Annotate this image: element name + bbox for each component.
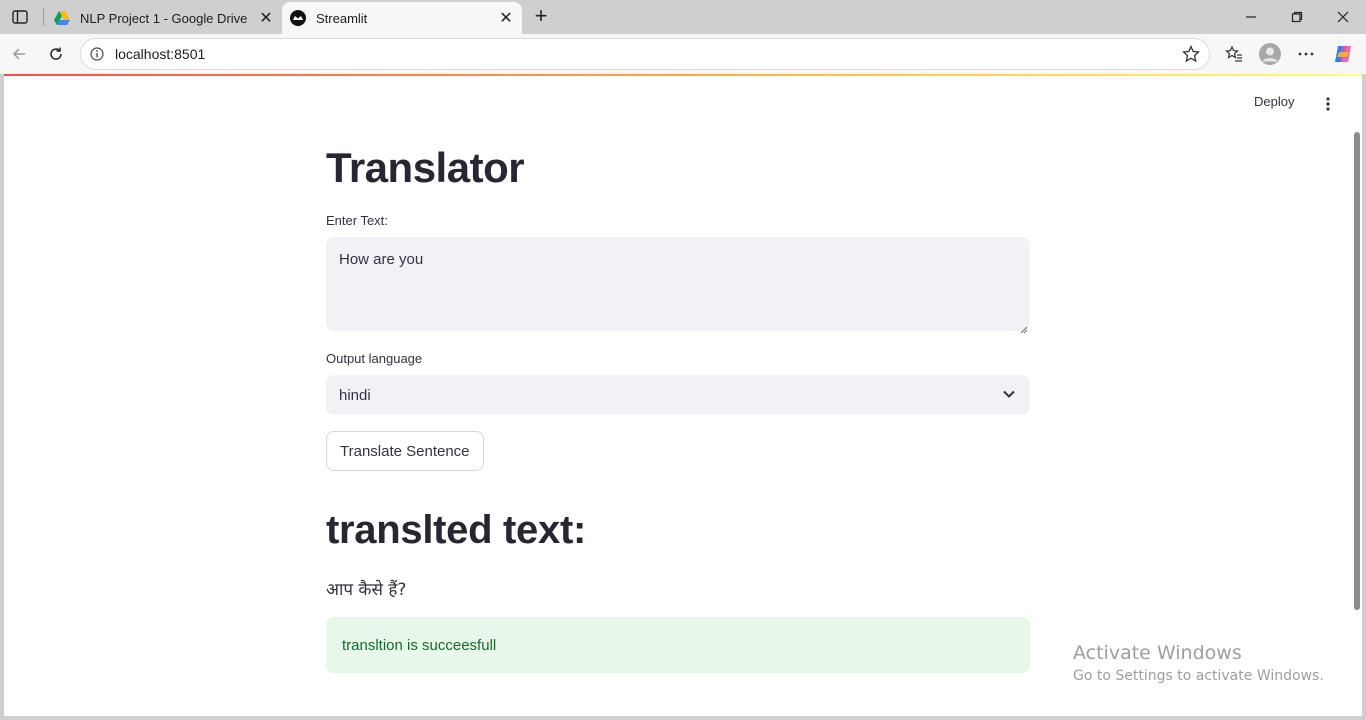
scrollbar[interactable] — [1352, 130, 1362, 710]
favorite-star-icon[interactable] — [1181, 44, 1201, 64]
success-alert: transltion is succeesfull — [326, 617, 1030, 673]
chevron-down-icon — [1002, 387, 1016, 401]
scrollbar-thumb[interactable] — [1354, 132, 1360, 610]
language-select-value: hindi — [339, 386, 371, 404]
header-decoration — [4, 74, 1362, 76]
copilot-icon[interactable] — [1330, 41, 1356, 67]
resize-handle-icon[interactable] — [1020, 321, 1028, 334]
main-menu-icon[interactable] — [1318, 94, 1338, 114]
streamlit-icon — [290, 10, 306, 26]
google-drive-icon — [54, 10, 70, 26]
address-bar[interactable]: localhost:8501 — [80, 38, 1210, 70]
input-label: Enter Text: — [326, 213, 388, 228]
watermark-subtitle: Go to Settings to activate Windows. — [1073, 668, 1324, 684]
text-input-value: How are you — [339, 251, 424, 268]
watermark-title: Activate Windows — [1073, 642, 1242, 664]
translated-text: आप कैसे हैं? — [326, 580, 407, 600]
deploy-button[interactable]: Deploy — [1254, 94, 1294, 109]
page-title: Translator — [326, 144, 525, 191]
more-options-icon[interactable] — [1293, 41, 1319, 67]
tab-actions-icon[interactable] — [8, 5, 32, 29]
language-label: Output language — [326, 351, 423, 366]
tab-separator — [43, 8, 44, 26]
close-window-icon[interactable] — [1320, 4, 1366, 30]
site-info-icon[interactable] — [89, 46, 105, 62]
close-tab-icon[interactable]: ✕ — [496, 8, 516, 28]
favorites-icon[interactable] — [1221, 41, 1247, 67]
minimize-icon[interactable] — [1228, 4, 1274, 30]
success-message: transltion is succeesfull — [342, 636, 497, 654]
text-input[interactable]: How are you — [326, 237, 1030, 334]
streamlit-page: Deploy Translator Enter Text: How are yo… — [4, 74, 1362, 716]
output-heading: translted text: — [326, 508, 586, 552]
profile-avatar-icon[interactable] — [1257, 41, 1283, 67]
language-select[interactable]: hindi — [326, 375, 1030, 415]
browser-toolbar: localhost:8501 — [0, 34, 1366, 74]
back-icon[interactable] — [6, 41, 32, 67]
tab-label: NLP Project 1 - Google Drive — [80, 10, 248, 26]
restore-icon[interactable] — [1274, 4, 1320, 30]
tab-streamlit[interactable]: Streamlit ✕ — [282, 2, 522, 34]
activate-windows-watermark: Activate Windows Go to Settings to activ… — [1073, 642, 1324, 684]
url-text: localhost:8501 — [115, 46, 206, 62]
tab-strip: NLP Project 1 - Google Drive ✕ Streamlit… — [0, 0, 1366, 34]
new-tab-icon[interactable]: + — [530, 5, 552, 27]
close-tab-icon[interactable]: ✕ — [256, 8, 276, 28]
reload-icon[interactable] — [43, 41, 69, 67]
tab-label: Streamlit — [316, 10, 368, 26]
tab-google-drive[interactable]: NLP Project 1 - Google Drive ✕ — [46, 2, 282, 34]
translate-button[interactable]: Translate Sentence — [326, 431, 484, 471]
